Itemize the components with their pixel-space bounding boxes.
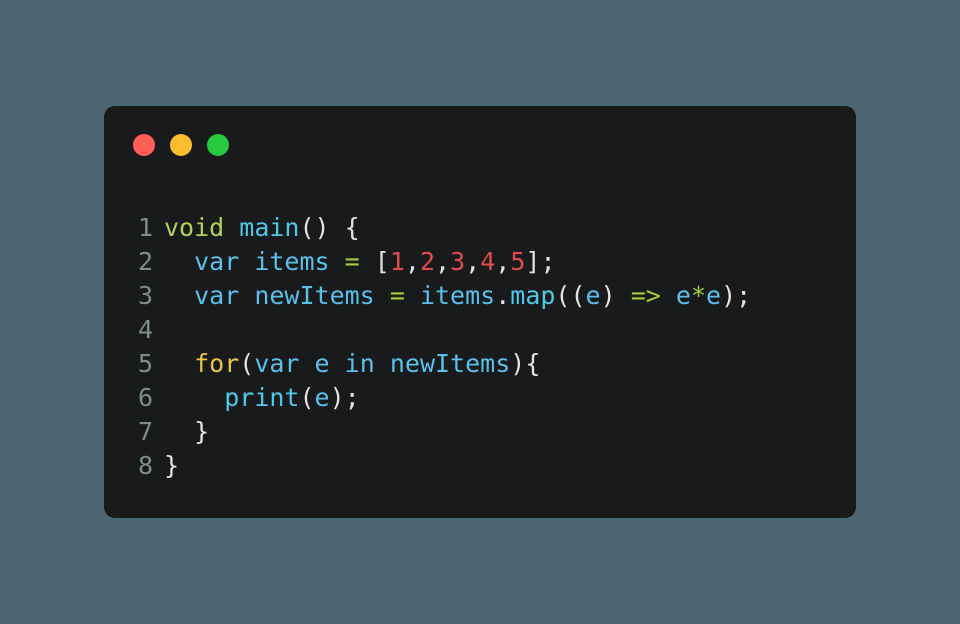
code-token: ): [600, 281, 631, 310]
code-token: e: [706, 281, 722, 310]
code-token: *: [690, 281, 706, 310]
code-token: e: [675, 281, 691, 310]
code-line-text: }: [164, 415, 209, 449]
line-number: 8: [137, 451, 153, 480]
code-token: ,: [465, 247, 481, 276]
code-lines-container: 1 void main() {2 var items = [1,2,3,4,5];…: [104, 211, 856, 483]
code-token: ){: [510, 349, 541, 378]
close-button-icon[interactable]: [133, 134, 155, 156]
code-line-text: for(var e in newItems){: [164, 347, 540, 381]
code-line-text: void main() {: [164, 211, 360, 245]
code-token: for: [194, 349, 240, 378]
code-token: () {: [299, 213, 360, 242]
code-token: in: [344, 349, 375, 378]
code-token: e: [585, 281, 601, 310]
code-token: =>: [630, 281, 661, 310]
code-token: print: [224, 383, 300, 412]
code-token: newItems: [254, 281, 375, 310]
page-canvas: 1 void main() {2 var items = [1,2,3,4,5];…: [0, 0, 960, 624]
code-token: ];: [525, 247, 556, 276]
code-line[interactable]: 8}: [104, 449, 856, 483]
code-line[interactable]: 6 print(e);: [104, 381, 856, 415]
code-token: .: [495, 281, 511, 310]
code-token: newItems: [389, 349, 511, 378]
code-line[interactable]: 2 var items = [1,2,3,4,5];: [104, 245, 856, 279]
code-token: 1: [389, 247, 405, 276]
code-token: (: [299, 383, 315, 412]
line-number: 1: [137, 213, 153, 242]
code-token: items: [254, 247, 330, 276]
code-line[interactable]: 5 for(var e in newItems){: [104, 347, 856, 381]
code-token: =: [344, 247, 360, 276]
code-line-text: }: [164, 449, 179, 483]
line-number: 4: [137, 315, 153, 344]
code-line-text: print(e);: [164, 381, 360, 415]
code-token: =: [389, 281, 405, 310]
code-token: ((: [555, 281, 586, 310]
code-line[interactable]: 7 }: [104, 415, 856, 449]
code-token: ,: [495, 247, 511, 276]
code-token: 2: [419, 247, 436, 276]
code-token: (: [239, 349, 255, 378]
line-number: 6: [137, 383, 153, 412]
code-token: ,: [435, 247, 451, 276]
code-token: 3: [450, 247, 466, 276]
code-token: 4: [480, 247, 496, 276]
code-token: }: [164, 451, 180, 480]
code-token: ,: [404, 247, 420, 276]
code-token: var: [194, 281, 240, 310]
code-line[interactable]: 4: [104, 313, 856, 347]
code-line-text: var newItems = items.map((e) => e*e);: [164, 279, 751, 313]
code-token: map: [510, 281, 556, 310]
code-token: main: [239, 213, 300, 242]
code-token: );: [329, 383, 360, 412]
code-line[interactable]: 3 var newItems = items.map((e) => e*e);: [104, 279, 856, 313]
maximize-button-icon[interactable]: [207, 134, 229, 156]
code-window: 1 void main() {2 var items = [1,2,3,4,5];…: [104, 106, 856, 518]
line-number: 7: [137, 417, 153, 446]
code-token: e: [314, 349, 330, 378]
code-token: );: [721, 281, 752, 310]
line-number: 5: [137, 349, 153, 378]
code-token: }: [194, 417, 210, 446]
line-number: 2: [137, 247, 153, 276]
code-token: void: [164, 213, 225, 242]
code-token: items: [419, 281, 496, 310]
line-number: 3: [137, 281, 153, 310]
code-token: var: [194, 247, 240, 276]
code-token: var: [254, 349, 300, 378]
code-token: e: [314, 383, 330, 412]
code-token: [: [359, 247, 390, 276]
minimize-button-icon[interactable]: [170, 134, 192, 156]
code-line[interactable]: 1 void main() {: [104, 211, 856, 245]
window-titlebar: [104, 106, 856, 184]
code-line-text: var items = [1,2,3,4,5];: [164, 245, 556, 279]
code-token: 5: [510, 247, 526, 276]
code-editor[interactable]: 1 void main() {2 var items = [1,2,3,4,5];…: [104, 184, 856, 518]
